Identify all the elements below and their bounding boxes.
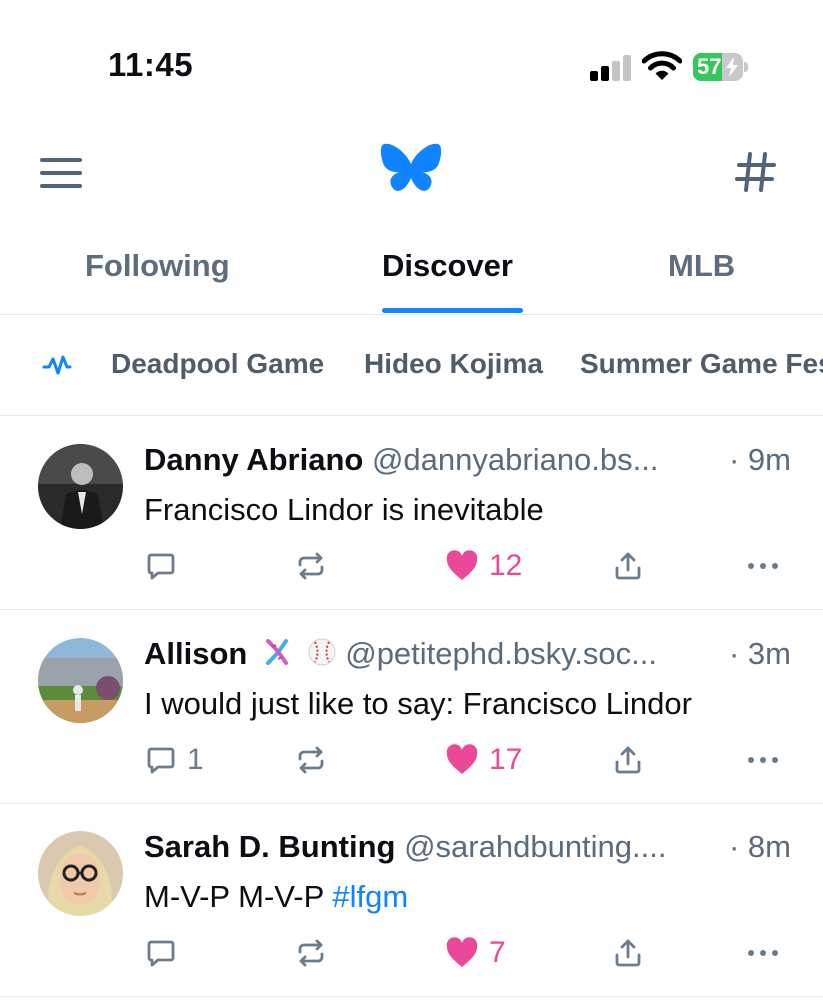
wifi-icon (642, 51, 682, 80)
repost-icon (298, 552, 324, 580)
trending-wave-icon (42, 355, 72, 375)
post-header: Sarah D. Bunting @sarahdbunting.... (144, 829, 794, 869)
app-screen: 11:45 57 Following Discover MLB Deadpool… (0, 0, 823, 1000)
share-button[interactable] (612, 544, 644, 588)
baseball-emoji (308, 638, 336, 666)
active-tab-indicator (382, 308, 523, 313)
avatar[interactable] (38, 831, 123, 916)
repost-button[interactable] (295, 544, 327, 588)
trending-topic[interactable]: Summer Game Fest (580, 348, 823, 380)
post-time: · 9m (729, 442, 791, 477)
like-count: 17 (489, 743, 523, 776)
author-handle[interactable]: @petitephd.bsky.soc... (345, 636, 657, 671)
ellipsis-icon (748, 950, 778, 956)
post-text: M-V-P M-V-P #lfgm (144, 879, 409, 914)
feed-tabs: Following Discover MLB (0, 232, 823, 315)
reply-icon (147, 553, 175, 580)
more-options-button[interactable] (746, 931, 780, 975)
author-handle[interactable]: @dannyabriano.bs... (372, 442, 659, 477)
heart-filled-icon (446, 937, 478, 967)
tab-mlb[interactable]: MLB (668, 248, 735, 284)
charging-bolt-icon (726, 57, 738, 77)
post-text: Francisco Lindor is inevitable (144, 492, 544, 527)
heart-filled-icon (446, 550, 478, 580)
share-icon (615, 746, 641, 774)
repost-icon (298, 939, 324, 967)
post[interactable]: Allison @petitephd.bsky.soc... · 3m I wo… (0, 610, 823, 804)
heart-filled-icon (446, 744, 478, 774)
trending-bar: Deadpool Game Hideo Kojima Summer Game F… (0, 315, 823, 416)
share-icon (615, 552, 641, 580)
cellular-signal-icon (590, 55, 632, 81)
share-icon (615, 939, 641, 967)
post-actions: 12 (0, 544, 823, 588)
like-button[interactable]: 7 (445, 931, 506, 975)
reply-icon (147, 940, 175, 967)
like-button[interactable]: 17 (445, 738, 522, 782)
like-button[interactable]: 12 (445, 544, 522, 588)
tab-following[interactable]: Following (85, 248, 230, 284)
reply-count: 1 (187, 743, 204, 776)
hash-icon[interactable] (734, 150, 778, 194)
post[interactable]: Danny Abriano @dannyabriano.bs... · 9m F… (0, 416, 823, 610)
post-time: · 8m (729, 829, 791, 864)
post-actions: 1 17 (0, 738, 823, 782)
reply-button[interactable]: 1 (145, 738, 204, 782)
trending-topic[interactable]: Hideo Kojima (364, 348, 543, 380)
tab-discover[interactable]: Discover (382, 248, 513, 284)
ellipsis-icon (748, 563, 778, 569)
status-bar: 11:45 57 (0, 0, 823, 120)
repost-button[interactable] (295, 738, 327, 782)
reply-button[interactable] (145, 931, 187, 975)
dna-emoji (265, 639, 288, 665)
hamburger-menu-icon[interactable] (40, 155, 84, 189)
post-text: I would just like to say: Francisco Lind… (144, 686, 692, 721)
more-options-button[interactable] (746, 738, 780, 782)
post[interactable]: Sarah D. Bunting @sarahdbunting.... · 8m… (0, 803, 823, 997)
author-name[interactable]: Danny Abriano (144, 442, 363, 477)
share-button[interactable] (612, 738, 644, 782)
avatar[interactable] (38, 638, 123, 723)
repost-button[interactable] (295, 931, 327, 975)
post-header: Allison @petitephd.bsky.soc... (144, 636, 794, 676)
reply-button[interactable] (145, 544, 187, 588)
author-handle[interactable]: @sarahdbunting.... (404, 829, 666, 864)
battery-indicator: 57 (693, 53, 749, 81)
author-name[interactable]: Allison (144, 636, 247, 671)
like-count: 7 (489, 936, 506, 969)
battery-percent: 57 (697, 54, 722, 79)
trending-topic[interactable]: Deadpool Game (111, 348, 324, 380)
more-options-button[interactable] (746, 544, 780, 588)
post-header: Danny Abriano @dannyabriano.bs... (144, 442, 794, 482)
hashtag-link[interactable]: #lfgm (332, 879, 408, 914)
butterfly-logo-icon[interactable] (380, 142, 442, 200)
post-actions: 7 (0, 931, 823, 975)
reply-icon (147, 747, 175, 774)
ellipsis-icon (748, 757, 778, 763)
like-count: 12 (489, 549, 523, 582)
share-button[interactable] (612, 931, 644, 975)
avatar[interactable] (38, 444, 123, 529)
author-name[interactable]: Sarah D. Bunting (144, 829, 395, 864)
repost-icon (298, 746, 324, 774)
post-time: · 3m (729, 636, 791, 671)
status-time: 11:45 (108, 46, 194, 83)
